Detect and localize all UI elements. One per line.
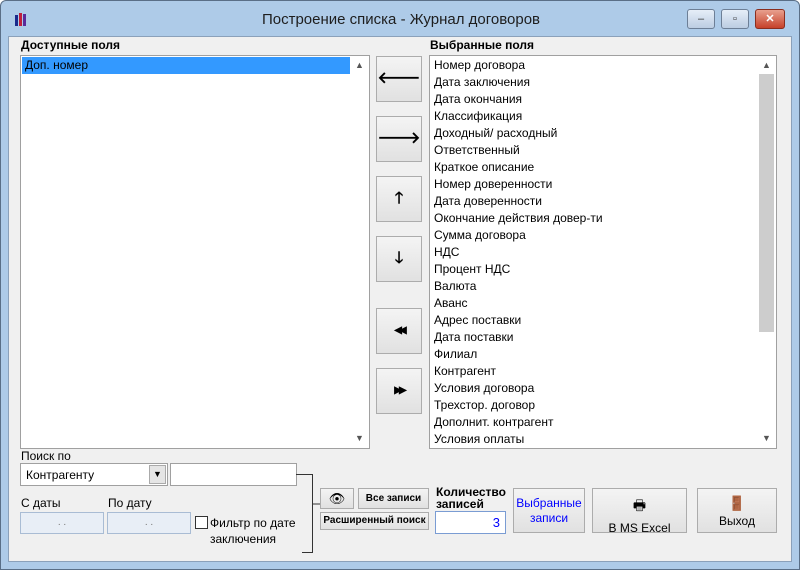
selected-fields-label: Выбранные поля (430, 38, 534, 52)
list-item[interactable]: Условия договора (431, 380, 757, 397)
to-date-input[interactable]: . . (107, 512, 191, 534)
date-filter-label: Фильтр по дате заключения (210, 516, 296, 546)
list-item[interactable]: Доп. номер (22, 57, 350, 74)
move-left-button[interactable]: 🡐 (376, 56, 422, 102)
close-button[interactable]: ✕ (755, 9, 785, 29)
list-item[interactable]: Адрес поставки (431, 312, 757, 329)
list-item[interactable]: Дата доверенности (431, 193, 757, 210)
advanced-search-button[interactable]: Расширенный поиск (320, 512, 429, 530)
move-up-button[interactable]: 🡑 (376, 176, 422, 222)
search-by-label: Поиск по (21, 449, 71, 463)
chevron-down-icon[interactable]: ▼ (149, 465, 166, 484)
list-item[interactable]: Окончание действия довер-ти (431, 210, 757, 227)
list-item[interactable]: Филиал (431, 346, 757, 363)
window-title: Построение списка - Журнал договоров (261, 11, 541, 28)
search-button[interactable]: 👁 (320, 488, 354, 509)
list-item[interactable]: Ответственный (431, 142, 757, 159)
move-down-button[interactable]: 🡓 (376, 236, 422, 282)
list-item[interactable]: Номер договора (431, 57, 757, 74)
list-item[interactable]: Дата окончания (431, 91, 757, 108)
scrollbar[interactable]: ▲ ▼ (351, 57, 368, 447)
list-item[interactable]: Условия оплаты (431, 431, 757, 448)
scroll-down-icon[interactable]: ▼ (758, 430, 775, 447)
list-item[interactable]: Дополнит. контрагент (431, 414, 757, 431)
list-item[interactable]: Классификация (431, 108, 757, 125)
move-right-button[interactable]: 🡒 (376, 116, 422, 162)
list-item[interactable]: Аванс (431, 295, 757, 312)
date-filter-checkbox[interactable] (195, 516, 208, 529)
minimize-button[interactable]: – (687, 9, 715, 29)
exit-button[interactable]: 🚪 Выход (697, 488, 777, 533)
all-records-button[interactable]: Все записи (358, 488, 429, 509)
scrollbar[interactable]: ▲ ▼ (758, 57, 775, 447)
list-item[interactable]: Краткое описание (431, 159, 757, 176)
selected-fields-list[interactable]: Номер договора Дата заключения Дата оконча… (429, 55, 777, 449)
record-count-value: 3 (435, 511, 506, 534)
list-item[interactable]: Контрагент (431, 363, 757, 380)
from-date-input[interactable]: . . (20, 512, 104, 534)
excel-export-button[interactable]: 🖶 В MS Excel (592, 488, 687, 535)
printer-icon: 🖶 (632, 497, 647, 513)
record-count-label: Количество записей (436, 485, 506, 511)
exit-label: Выход (719, 514, 755, 528)
search-by-select[interactable]: Контрагенту ▼ (20, 463, 168, 486)
list-item[interactable]: Номер доверенности (431, 176, 757, 193)
from-date-label: С даты (21, 496, 61, 510)
scroll-thumb[interactable] (759, 74, 774, 332)
list-item[interactable]: Сумма договора (431, 227, 757, 244)
scroll-down-icon[interactable]: ▼ (351, 430, 368, 447)
available-fields-list[interactable]: Доп. номер ▲ ▼ (20, 55, 370, 449)
list-item[interactable]: Трехстор. договор (431, 397, 757, 414)
maximize-button[interactable]: ▫ (721, 9, 749, 29)
selected-records-button[interactable]: Выбранные записи (513, 488, 585, 533)
move-all-left-button[interactable]: ◀◀ (376, 308, 422, 354)
to-date-label: По дату (108, 496, 152, 510)
move-all-right-button[interactable]: ▶▶ (376, 368, 422, 414)
available-fields-label: Доступные поля (21, 38, 121, 52)
list-item[interactable]: НДС (431, 244, 757, 261)
list-item[interactable]: Дата поставки (431, 329, 757, 346)
excel-export-label: В MS Excel (608, 521, 671, 535)
binoculars-icon: 👁 (328, 491, 346, 506)
search-input[interactable] (170, 463, 297, 486)
list-item[interactable]: Валюта (431, 278, 757, 295)
list-item[interactable]: Доходный/ расходный (431, 125, 757, 142)
scroll-up-icon[interactable]: ▲ (351, 57, 368, 74)
scroll-up-icon[interactable]: ▲ (758, 57, 775, 74)
list-item[interactable]: Процент НДС (431, 261, 757, 278)
search-by-value: Контрагенту (26, 468, 95, 482)
exit-door-icon: 🚪 (728, 495, 746, 511)
list-item[interactable]: Дата заключения (431, 74, 757, 91)
